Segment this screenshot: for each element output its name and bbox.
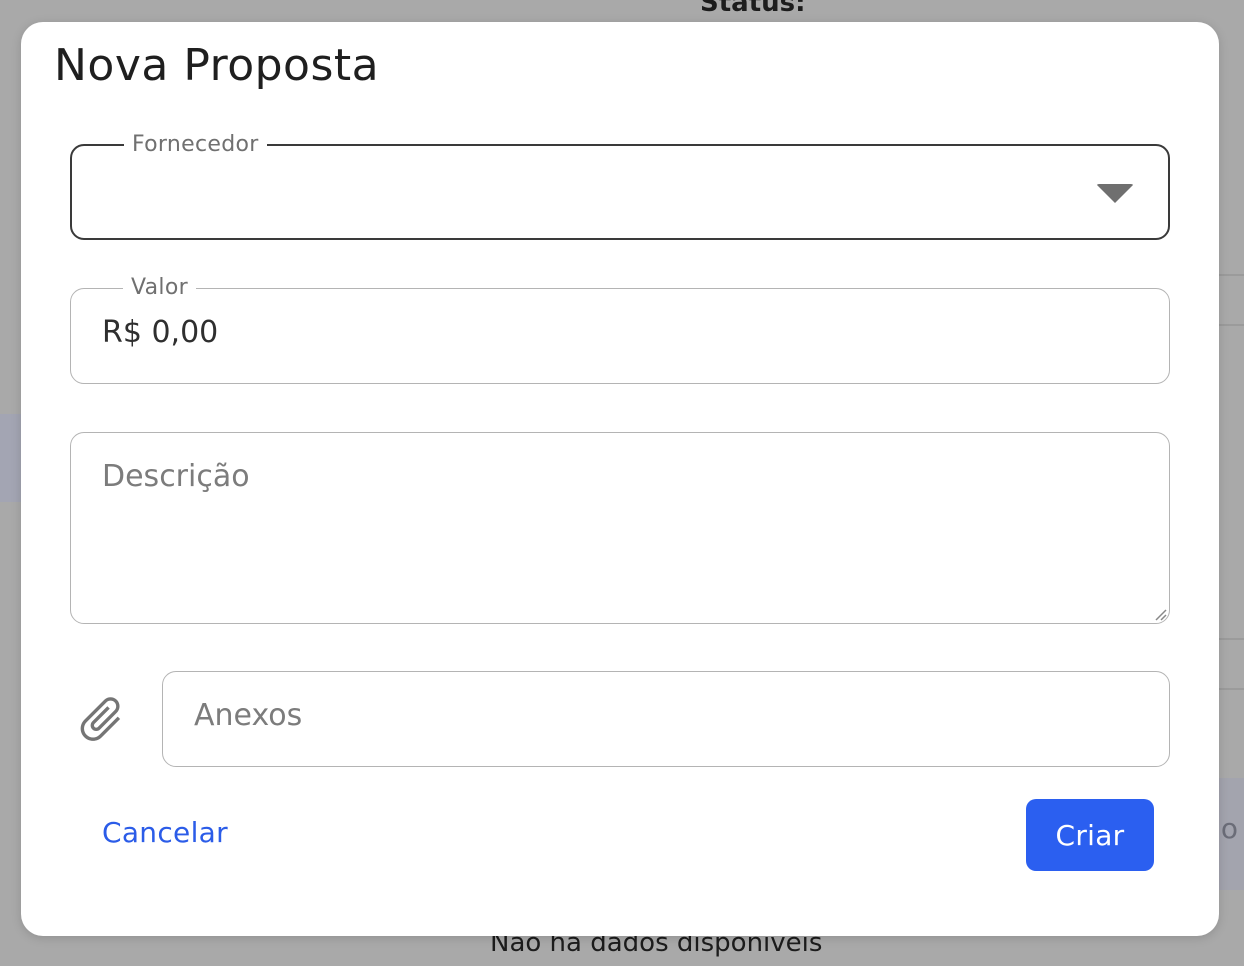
fornecedor-select[interactable]: Fornecedor: [70, 132, 1170, 240]
valor-value: R$ 0,00: [102, 315, 219, 350]
fornecedor-label: Fornecedor: [124, 132, 267, 157]
cancel-button[interactable]: Cancelar: [102, 816, 228, 849]
background-header-text: o: [1220, 812, 1238, 845]
descricao-textarea[interactable]: Descrição: [70, 432, 1170, 624]
descricao-placeholder: Descrição: [102, 459, 250, 494]
chevron-down-icon[interactable]: [1096, 184, 1134, 203]
create-button[interactable]: Criar: [1026, 799, 1154, 871]
anexos-input[interactable]: Anexos: [162, 671, 1170, 767]
new-proposal-dialog: Nova Proposta Fornecedor Valor R$ 0,00 D…: [21, 22, 1219, 936]
valor-input[interactable]: Valor R$ 0,00: [70, 275, 1170, 384]
anexos-placeholder: Anexos: [194, 698, 303, 733]
dialog-title: Nova Proposta: [54, 40, 380, 91]
valor-label: Valor: [123, 275, 196, 300]
resize-handle-icon[interactable]: [1151, 605, 1167, 621]
background-status-label: Status:: [700, 0, 806, 18]
paperclip-icon[interactable]: [74, 690, 128, 748]
